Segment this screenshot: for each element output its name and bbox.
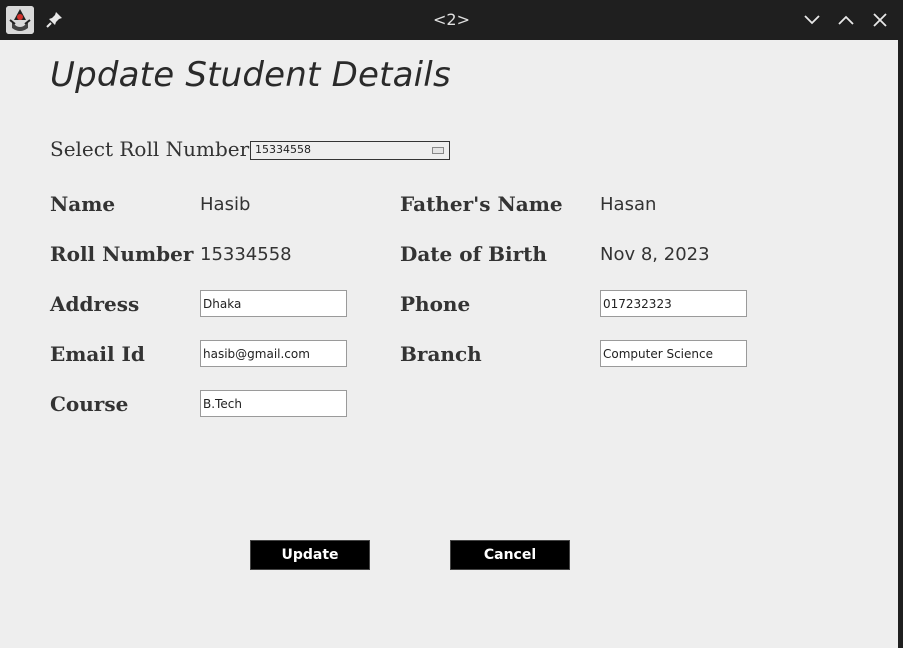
roll-number-label: Roll Number <box>50 242 194 266</box>
course-field[interactable] <box>200 390 347 417</box>
name-label: Name <box>50 192 116 216</box>
update-button[interactable]: Update <box>250 540 370 570</box>
branch-label: Branch <box>400 342 482 366</box>
email-field[interactable] <box>200 340 347 367</box>
branch-field[interactable] <box>600 340 747 367</box>
phone-label: Phone <box>400 292 471 316</box>
dob-value: Nov 8, 2023 <box>600 244 710 265</box>
email-label: Email Id <box>50 342 145 366</box>
roll-number-dropdown-value: 15334558 <box>255 143 311 156</box>
dropdown-arrow-icon[interactable] <box>432 147 444 154</box>
course-label: Course <box>50 392 129 416</box>
close-icon[interactable] <box>871 11 889 29</box>
chevron-up-icon[interactable] <box>837 11 855 29</box>
dob-label: Date of Birth <box>400 242 547 266</box>
name-value: Hasib <box>200 194 251 215</box>
email-input[interactable] <box>201 341 343 366</box>
window-title: <2> <box>433 10 470 29</box>
address-field[interactable] <box>200 290 347 317</box>
window-border <box>898 40 903 648</box>
chevron-down-icon[interactable] <box>803 11 821 29</box>
course-input[interactable] <box>201 391 343 416</box>
fathers-name-label: Father's Name <box>400 192 563 216</box>
branch-input[interactable] <box>601 341 743 366</box>
roll-number-value: 15334558 <box>200 244 292 265</box>
cancel-button[interactable]: Cancel <box>450 540 570 570</box>
address-input[interactable] <box>201 291 343 316</box>
page-title: Update Student Details <box>50 55 451 95</box>
phone-input[interactable] <box>601 291 743 316</box>
address-label: Address <box>50 292 140 316</box>
roll-number-dropdown[interactable]: 15334558 <box>250 141 450 160</box>
phone-field[interactable] <box>600 290 747 317</box>
window-titlebar[interactable]: <2> <box>0 0 903 40</box>
fathers-name-value: Hasan <box>600 194 657 215</box>
select-roll-label: Select Roll Number <box>50 137 250 161</box>
